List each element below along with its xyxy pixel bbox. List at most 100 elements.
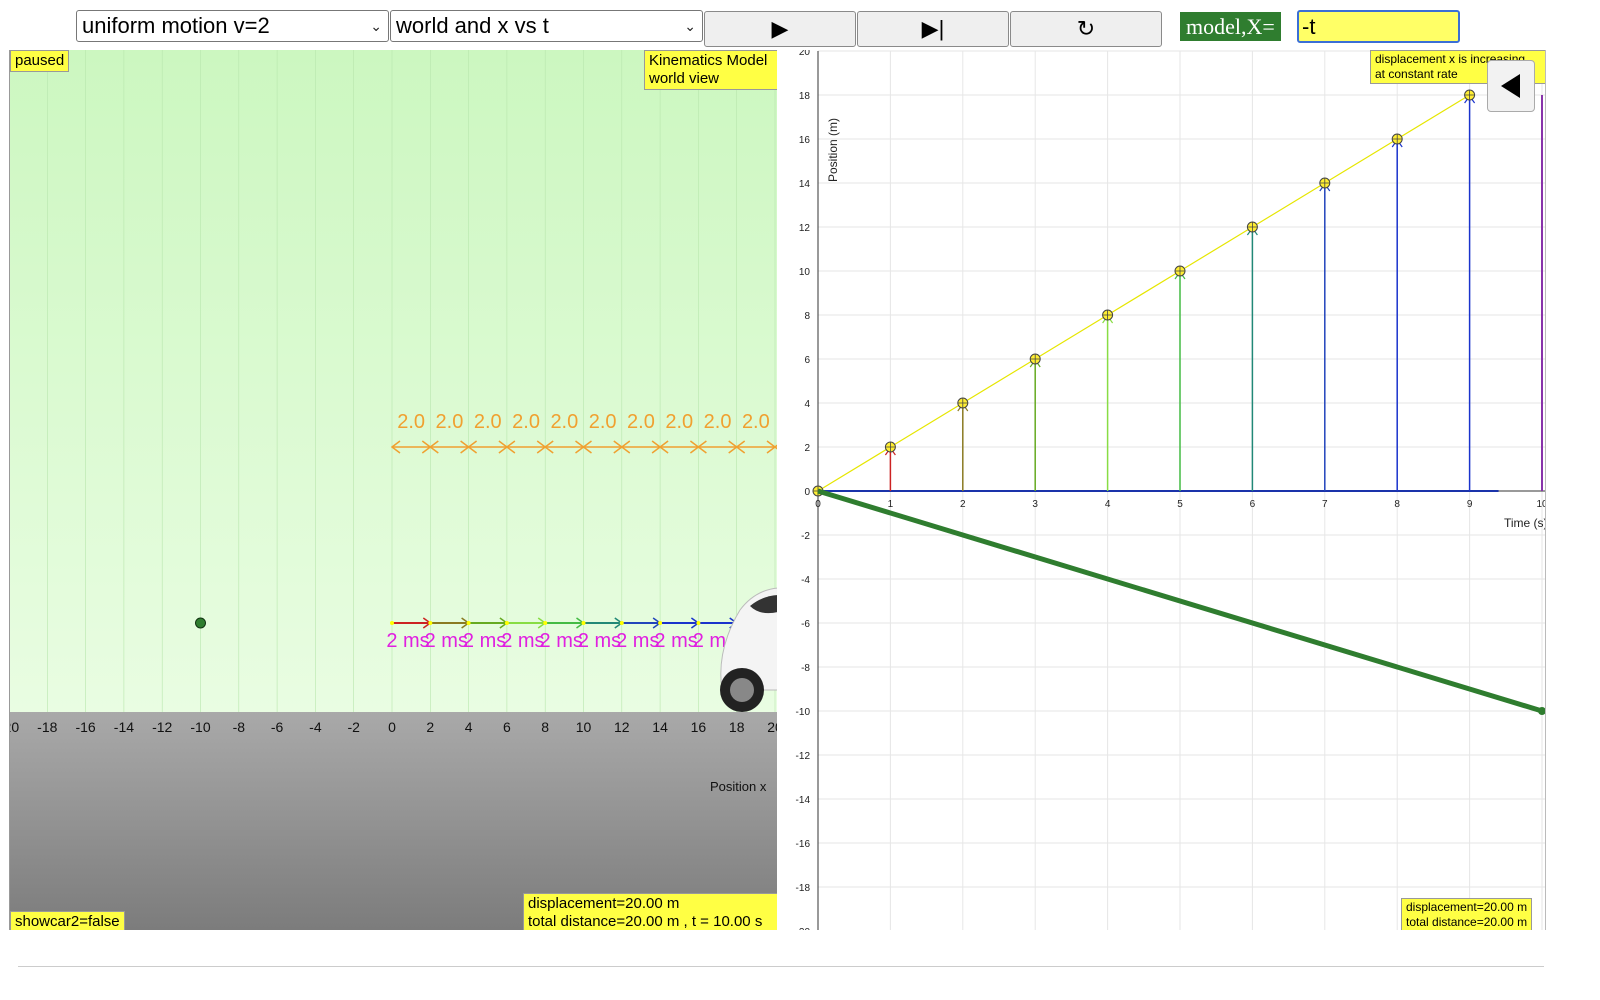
view-select[interactable]: world and x vs t ⌄ xyxy=(390,10,703,42)
velocity-label: 2.0 xyxy=(397,411,425,433)
world-tick-label: 6 xyxy=(503,719,511,735)
y-tick-label: 6 xyxy=(804,355,810,366)
speed-label: 2 ms xyxy=(540,630,583,652)
graph-readout: displacement=20.00 m total distance=20.0… xyxy=(1401,898,1533,930)
motion-select[interactable]: uniform motion v=2 ⌄ xyxy=(76,10,389,42)
world-title: Kinematics Model world view xyxy=(644,50,778,90)
x-tick-label: 1 xyxy=(888,499,894,510)
x-tick-label: 9 xyxy=(1467,499,1473,510)
velocity-label: 2.0 xyxy=(550,411,578,433)
y-tick-label: -8 xyxy=(801,663,810,674)
reset-button[interactable]: ↻ xyxy=(1010,11,1162,47)
graph-displacement: displacement=20.00 m xyxy=(1406,900,1528,914)
status-badge: paused xyxy=(10,50,70,72)
model-input[interactable]: -t xyxy=(1297,10,1460,43)
speed-label: 2 ms xyxy=(425,630,468,652)
world-tick-label: -4 xyxy=(309,719,322,735)
particle-marker xyxy=(195,617,206,629)
segment-dot xyxy=(696,621,701,625)
collapse-button[interactable] xyxy=(1487,60,1535,112)
speed-label: 2 ms xyxy=(654,630,697,652)
world-tick-label: -6 xyxy=(271,719,284,735)
world-displacement: displacement=20.00 m xyxy=(528,895,680,912)
y-tick-label: 12 xyxy=(799,223,811,234)
view-select-value: world and x vs t xyxy=(396,13,549,38)
world-tick-label: 8 xyxy=(541,719,549,735)
world-view: -20-18-16-14-12-10-8-6-4-202468101214161… xyxy=(9,50,778,930)
toolbar: uniform motion v=2 ⌄ world and x vs t ⌄ … xyxy=(0,0,1568,50)
velocity-label: 2.0 xyxy=(512,411,540,433)
x-tick-label: 7 xyxy=(1322,499,1328,510)
world-tick-label: -20 xyxy=(10,719,19,735)
velocity-label: 2.0 xyxy=(742,411,770,433)
y-tick-label: 10 xyxy=(799,267,811,278)
y-tick-label: 8 xyxy=(804,311,810,322)
x-tick-label: 0 xyxy=(815,499,821,510)
x-tick-label: 8 xyxy=(1394,499,1400,510)
model-label: model,X= xyxy=(1180,12,1281,41)
reset-icon: ↻ xyxy=(1076,16,1096,41)
velocity-label: 2.0 xyxy=(704,411,732,433)
speed-label: 2 ms xyxy=(463,630,506,652)
showcar-badge: showcar2=false xyxy=(10,911,125,930)
y-tick-label: 4 xyxy=(804,399,810,410)
world-tick-label: 10 xyxy=(576,719,592,735)
world-tick-label: 2 xyxy=(426,719,434,735)
play-icon: ▶ xyxy=(771,16,789,41)
x-tick-label: 6 xyxy=(1250,499,1256,510)
y-tick-label: -12 xyxy=(796,751,811,762)
world-tick-label: -16 xyxy=(75,719,95,735)
velocity-label: 2.0 xyxy=(436,411,464,433)
graph-view: -20-18-16-14-12-10-8-6-4-202468101214161… xyxy=(777,50,1546,930)
world-tick-label: -10 xyxy=(190,719,210,735)
segment-dot xyxy=(619,621,624,625)
world-tick-label: -8 xyxy=(233,719,246,735)
world-tick-label: -12 xyxy=(152,719,172,735)
y-tick-label: 20 xyxy=(799,50,811,58)
y-axis-label: Position (m) xyxy=(826,118,840,182)
speed-label: 2 ms xyxy=(501,630,544,652)
triangle-left-icon xyxy=(1501,74,1520,98)
world-tick-label: 16 xyxy=(691,719,707,735)
speed-label: 2 ms xyxy=(386,630,429,652)
world-total: total distance=20.00 m , t = 10.00 s xyxy=(528,913,763,930)
world-axis-label: Position x xyxy=(710,779,767,794)
x-tick-label: 4 xyxy=(1105,499,1111,510)
y-tick-label: 18 xyxy=(799,91,811,102)
y-tick-label: 0 xyxy=(804,487,810,498)
series-line xyxy=(817,94,1470,492)
y-tick-label: -2 xyxy=(801,531,810,542)
y-tick-label: -4 xyxy=(801,575,810,586)
world-tick-label: 4 xyxy=(465,719,473,735)
y-tick-label: -10 xyxy=(796,707,811,718)
world-tick-label: 0 xyxy=(388,719,396,735)
segment-dot xyxy=(581,621,586,625)
y-tick-label: -16 xyxy=(796,839,811,850)
y-tick-label: -20 xyxy=(796,927,811,930)
graph-total: total distance=20.00 m xyxy=(1406,915,1528,929)
world-title-line1: Kinematics Model xyxy=(649,52,768,69)
segment-dot xyxy=(390,621,394,625)
world-tick-label: 12 xyxy=(614,719,630,735)
position-time-chart: -20-18-16-14-12-10-8-6-4-202468101214161… xyxy=(796,50,1545,930)
world-readout: displacement=20.00 m total distance=20.0… xyxy=(523,893,778,930)
motion-select-value: uniform motion v=2 xyxy=(82,13,270,38)
chevron-down-icon: ⌄ xyxy=(370,18,382,34)
y-tick-label: -18 xyxy=(796,883,811,894)
step-icon: ▶| xyxy=(921,16,945,41)
play-button[interactable]: ▶ xyxy=(704,11,856,47)
segment-dot xyxy=(504,621,509,625)
step-button[interactable]: ▶| xyxy=(857,11,1009,47)
x-tick-label: 3 xyxy=(1032,499,1038,510)
velocity-label: 2.0 xyxy=(665,411,693,433)
y-tick-label: 14 xyxy=(799,179,811,190)
chevron-down-icon: ⌄ xyxy=(684,18,696,34)
x-tick-label: 5 xyxy=(1177,499,1183,510)
segment-dot xyxy=(428,621,433,625)
x-axis-label: Time (s) xyxy=(1504,516,1545,530)
y-tick-label: 16 xyxy=(799,135,811,146)
world-tick-label: -18 xyxy=(37,719,57,735)
velocity-label: 2.0 xyxy=(627,411,655,433)
car-hub xyxy=(730,678,754,702)
car-image xyxy=(720,587,778,712)
